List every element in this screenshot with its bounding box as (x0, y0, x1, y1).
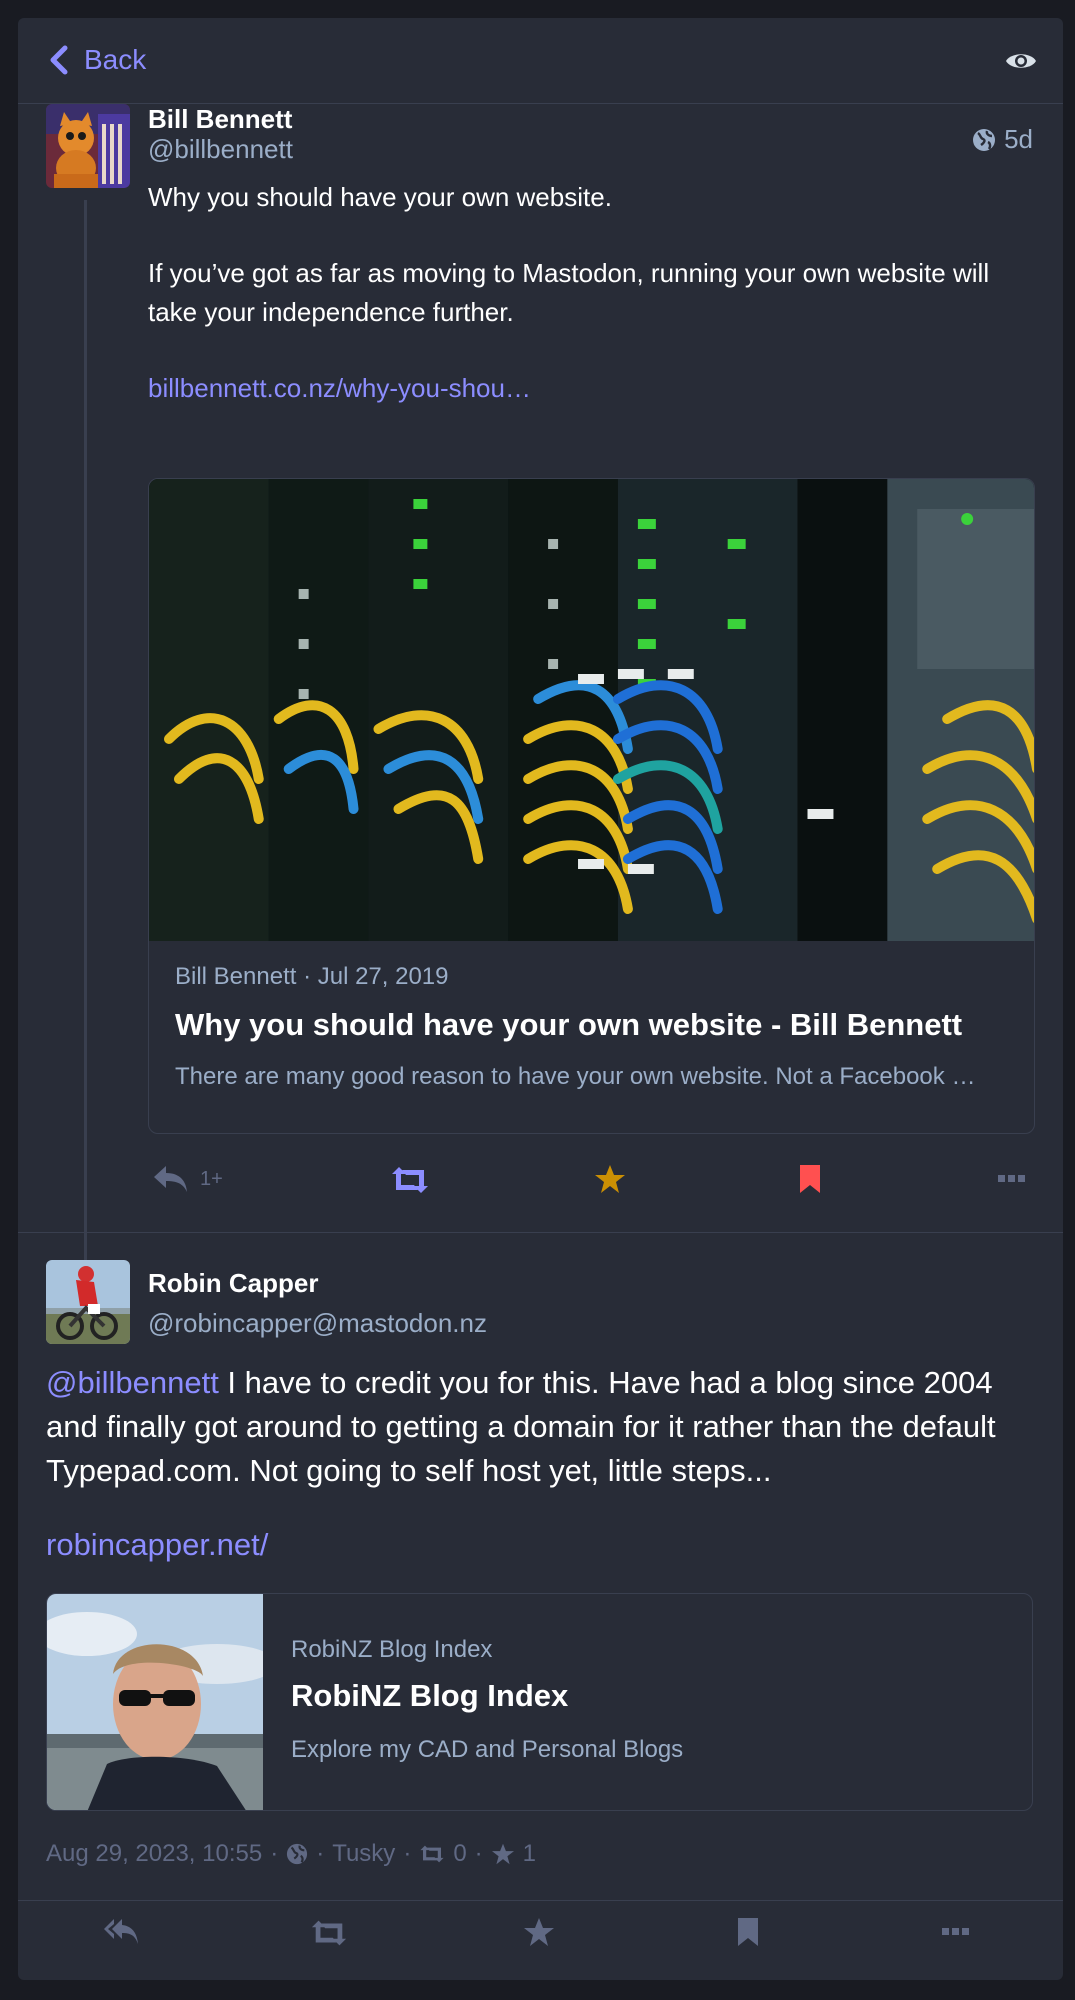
boost-icon (420, 1845, 444, 1863)
reply-icon (154, 1166, 187, 1192)
display-name[interactable]: Robin Capper (148, 1268, 318, 1299)
reply-all-icon (104, 1919, 138, 1944)
avatar[interactable] (46, 1260, 130, 1344)
card-image (149, 479, 1034, 941)
bookmark-button[interactable] (798, 1164, 822, 1194)
status-timestamp[interactable]: 5d (972, 124, 1033, 155)
reply-all-button[interactable] (104, 1917, 140, 1947)
more-icon (998, 1175, 1025, 1182)
reply-button[interactable]: 1+ (152, 1164, 223, 1194)
card-title: Why you should have your own website - B… (175, 1007, 963, 1042)
thread-view: Back Bill Bennett @billbennett 5d Why yo… (18, 18, 1063, 1980)
account-handle[interactable]: @robincapper@mastodon.nz (148, 1308, 487, 1339)
detailed-action-bar (18, 1900, 1063, 1962)
favourite-button[interactable] (594, 1164, 626, 1194)
more-button[interactable] (942, 1927, 970, 1937)
chevron-left-icon (50, 45, 68, 75)
globe-icon (973, 128, 996, 151)
status-datetime[interactable]: Aug 29, 2023, 10:55 (46, 1840, 262, 1868)
mention-link[interactable]: @billbennett (46, 1365, 219, 1400)
preview-card[interactable]: RobiNZ Blog Index RobiNZ Blog Index Expl… (46, 1593, 1033, 1811)
status-ancestor[interactable]: Bill Bennett @billbennett 5d Why you sho… (18, 104, 1063, 1310)
status-content: Why you should have your own website. If… (148, 178, 1038, 408)
client-name[interactable]: Tusky (332, 1840, 395, 1868)
globe-icon (287, 1843, 308, 1865)
boost-button[interactable] (310, 1919, 348, 1947)
content-paragraph: If you’ve got as far as moving to Mastod… (148, 258, 990, 327)
content-link[interactable]: robincapper.net/ (46, 1527, 268, 1562)
more-button[interactable] (998, 1174, 1026, 1184)
content-link-row: robincapper.net/ (46, 1523, 268, 1567)
more-icon (942, 1928, 969, 1935)
boost-icon (311, 1920, 347, 1946)
bookmark-icon (738, 1918, 758, 1946)
eye-icon[interactable] (1005, 48, 1037, 74)
favourite-button[interactable] (523, 1917, 555, 1947)
card-description: There are many good reason to have your … (175, 1063, 976, 1090)
avatar-image (46, 1260, 130, 1344)
status-content: @billbennett I have to credit you for th… (46, 1361, 1046, 1493)
card-provider: RobiNZ Blog Index (291, 1636, 493, 1663)
separator: · (270, 1840, 279, 1867)
star-icon (491, 1843, 514, 1865)
boost-button[interactable] (390, 1166, 430, 1194)
reply-count: 1+ (200, 1167, 223, 1190)
content-link[interactable]: billbennett.co.nz/why-you-shou… (148, 373, 531, 403)
favourite-count[interactable]: 1 (523, 1840, 536, 1868)
avatar[interactable] (46, 104, 130, 188)
status-focused[interactable]: Robin Capper @robincapper@mastodon.nz @b… (18, 1233, 1063, 1918)
preview-card[interactable]: Bill Bennett · Jul 27, 2019 Why you shou… (148, 478, 1035, 1134)
back-label: Back (84, 44, 147, 75)
star-icon (595, 1165, 625, 1193)
column-header: Back (18, 18, 1063, 104)
display-name[interactable]: Bill Bennett (148, 104, 292, 135)
thread-line (84, 200, 87, 1310)
card-description: Explore my CAD and Personal Blogs (291, 1736, 684, 1763)
boost-icon (392, 1167, 428, 1193)
content-paragraph: Why you should have your own website. (148, 182, 612, 212)
relative-time: 5d (1004, 124, 1033, 154)
separator: · (474, 1840, 483, 1867)
separator: · (316, 1840, 325, 1867)
status-meta: Aug 29, 2023, 10:55 · · Tusky · 0 · 1 (46, 1840, 536, 1868)
card-title: RobiNZ Blog Index (291, 1678, 569, 1713)
bookmark-icon (800, 1165, 820, 1193)
avatar-image (46, 104, 130, 188)
separator: · (403, 1840, 412, 1867)
bookmark-button[interactable] (736, 1917, 760, 1947)
boost-count[interactable]: 0 (453, 1840, 466, 1868)
card-provider: Bill Bennett · Jul 27, 2019 (175, 963, 449, 990)
card-image (47, 1594, 263, 1810)
account-handle[interactable]: @billbennett (148, 134, 293, 165)
back-button[interactable]: Back (48, 44, 146, 76)
star-icon (524, 1918, 554, 1946)
